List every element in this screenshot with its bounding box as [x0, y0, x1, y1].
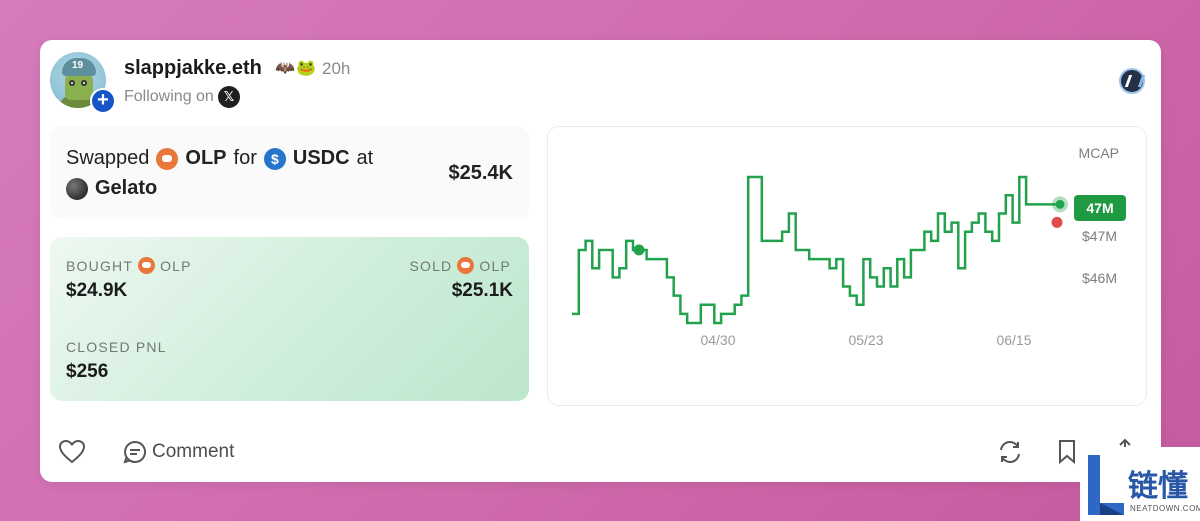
y-tick-label: $46M [1082, 270, 1117, 286]
post-time: 20h [322, 59, 351, 78]
olp-token-icon [457, 257, 475, 274]
post-card: 19 + slappjakke.eth 🦇 🐸 20h Following on… [40, 40, 1161, 482]
token-in[interactable]: OLP [185, 147, 226, 170]
mcap-chart[interactable]: MCAP $47M $46M 04/30 05/23 06/15 47M [547, 126, 1147, 406]
neatdown-logo-icon [1088, 455, 1124, 515]
olp-token-icon [138, 257, 156, 274]
pnl-summary: BOUGHT OLP $24.9K SOLD OLP $25.1K CLOSED… [50, 237, 529, 401]
username[interactable]: slappjakke.eth [124, 57, 262, 80]
sell-marker[interactable] [1051, 216, 1063, 228]
sold-token: OLP [479, 257, 511, 274]
comment-icon[interactable] [123, 440, 147, 464]
bought-value: $24.9K [66, 280, 128, 301]
current-point [1055, 199, 1065, 209]
sold-label: SOLD [409, 257, 453, 274]
swap-verb: Swapped [66, 147, 150, 169]
bat-emoji-icon: 🦇 [275, 60, 295, 77]
comment-button[interactable]: Comment [152, 441, 234, 463]
gelato-icon [66, 177, 88, 200]
current-mcap-label: 47M [1086, 200, 1113, 216]
sold-label-row: SOLD OLP [409, 257, 511, 274]
following-label: Following on [124, 88, 214, 105]
avatar-wrap[interactable]: 19 + [50, 52, 116, 114]
repost-icon[interactable] [997, 439, 1023, 465]
watermark-title: 链懂 [1128, 469, 1188, 504]
bookmark-icon[interactable] [1057, 439, 1077, 465]
watermark-subtitle: NEATDOWN.COM [1130, 504, 1200, 513]
olp-token-icon [156, 147, 179, 170]
heart-icon[interactable] [58, 439, 86, 465]
closed-pnl-value: $256 [66, 361, 109, 382]
x-tick-label: 05/23 [848, 332, 883, 348]
x-tick-label: 04/30 [700, 332, 735, 348]
y-tick-label: $47M [1082, 228, 1117, 244]
x-tick-label: 06/15 [996, 332, 1031, 348]
bought-label: BOUGHT [66, 257, 134, 274]
bought-token: OLP [160, 257, 192, 274]
mcap-chart-svg: MCAP $47M $46M 04/30 05/23 06/15 47M [572, 145, 1126, 348]
chart-title: MCAP [1079, 145, 1119, 161]
watermark: 链懂 NEATDOWN.COM [1080, 447, 1200, 521]
buy-marker[interactable] [633, 244, 645, 256]
pepe-emoji-icon: 🐸 [296, 60, 316, 77]
swap-venue[interactable]: Gelato [95, 177, 157, 200]
closed-pnl-label: CLOSED PNL [66, 339, 167, 355]
sold-value: $25.1K [451, 280, 513, 301]
arbitrum-icon [1119, 68, 1145, 94]
mcap-series-line [572, 175, 1060, 325]
swap-amount: $25.4K [448, 162, 514, 184]
follow-button[interactable]: + [90, 88, 116, 114]
swap-summary: Swapped OLP for $ USDC at Gelato $25.4K [50, 126, 529, 219]
swap-connector: for [233, 147, 257, 169]
x-icon[interactable]: 𝕏 [218, 86, 240, 108]
usdc-token-icon: $ [263, 147, 286, 170]
bought-label-row: BOUGHT OLP [66, 257, 192, 274]
swap-at-label: at [356, 147, 374, 169]
token-out[interactable]: USDC [293, 147, 350, 170]
